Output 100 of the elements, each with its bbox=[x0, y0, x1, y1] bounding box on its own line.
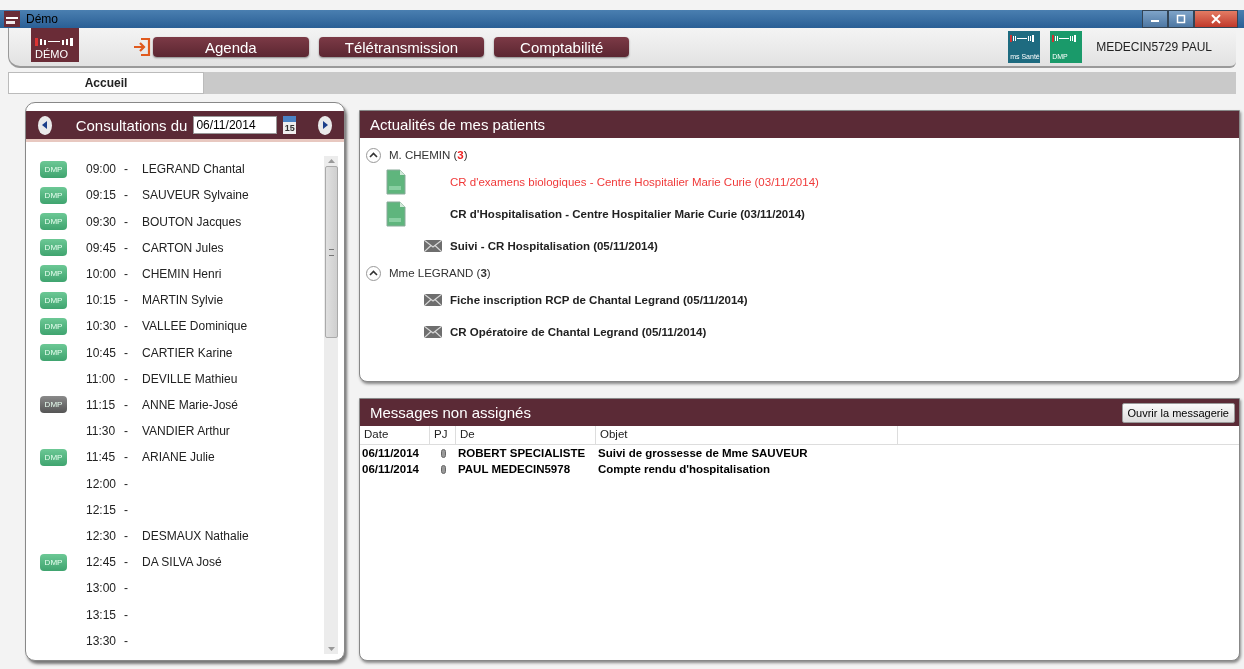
news-item-link[interactable]: Suivi - CR Hospitalisation (05/11/2014) bbox=[450, 240, 658, 252]
patient-name[interactable]: SAUVEUR Sylvaine bbox=[142, 188, 249, 203]
separator-dash: - bbox=[124, 345, 129, 360]
nav-button[interactable]: Télétransmission bbox=[318, 37, 485, 57]
separator-dash: - bbox=[124, 607, 129, 622]
appointment-time: 10:00 bbox=[86, 266, 118, 281]
appointment-time: 13:00 bbox=[86, 581, 118, 596]
patient-name[interactable]: CARTON Jules bbox=[142, 240, 224, 255]
close-button[interactable] bbox=[1194, 10, 1238, 28]
scroll-down-icon bbox=[327, 647, 335, 652]
news-item-link[interactable]: CR d'Hospitalisation - Centre Hospitalier Marie Curie (03/11/2014) bbox=[450, 208, 805, 220]
window-title: Démo bbox=[26, 12, 58, 26]
patient-name[interactable]: CHEMIN Henri bbox=[142, 266, 222, 281]
patient-group-title: Mme LEGRAND (3) bbox=[389, 267, 491, 279]
separator-dash: - bbox=[124, 319, 129, 334]
appointment-time: 09:00 bbox=[86, 162, 118, 177]
appointment-time: 12:00 bbox=[86, 476, 118, 491]
collapse-toggle[interactable] bbox=[366, 147, 381, 163]
table-cell-text: PAUL MEDECIN5978 bbox=[457, 463, 572, 475]
appointment-time: 09:30 bbox=[86, 214, 118, 229]
patient-name[interactable]: DA SILVA José bbox=[142, 555, 222, 570]
dmp-badge[interactable]: DMP bbox=[40, 396, 67, 414]
appointment-time: 11:30 bbox=[86, 424, 117, 439]
appointment-time: 09:15 bbox=[86, 188, 118, 203]
previous-day-button[interactable] bbox=[38, 115, 52, 135]
patient-name[interactable]: VANDIER Arthur bbox=[142, 424, 230, 439]
patient-name[interactable]: MARTIN Sylvie bbox=[142, 293, 224, 308]
separator-dash: - bbox=[124, 266, 129, 281]
separator-dash: - bbox=[124, 424, 129, 439]
separator-dash: - bbox=[124, 476, 129, 491]
chevron-icon bbox=[369, 152, 378, 158]
appointment-time: 11:00 bbox=[86, 371, 117, 386]
calendar-button[interactable]: 15 bbox=[283, 116, 297, 134]
separator-dash: - bbox=[124, 240, 129, 255]
scroll-up-icon bbox=[327, 158, 335, 163]
table-cell-text: 06/11/2014 bbox=[361, 463, 420, 475]
patient-name[interactable]: LEGRAND Chantal bbox=[142, 162, 245, 177]
next-day-button[interactable] bbox=[318, 115, 332, 135]
column-header[interactable]: PJ bbox=[430, 426, 456, 444]
minimize-button[interactable] bbox=[1142, 10, 1168, 28]
appointment-time: 10:45 bbox=[86, 345, 118, 360]
scrollbar[interactable] bbox=[324, 156, 338, 654]
separator-dash: - bbox=[124, 528, 129, 543]
table-cell-text: 06/11/2014 bbox=[361, 447, 420, 459]
separator-dash: - bbox=[124, 581, 129, 596]
separator-dash: - bbox=[124, 371, 129, 386]
separator-dash: - bbox=[124, 555, 129, 570]
separator-dash: - bbox=[124, 162, 129, 177]
document-icon bbox=[386, 169, 406, 195]
column-header[interactable]: Objet bbox=[596, 426, 898, 444]
separator-dash: - bbox=[124, 397, 129, 412]
news-item-link[interactable]: CR Opératoire de Chantal Legrand (05/11/2014) bbox=[450, 326, 707, 338]
consultations-title: Consultations du bbox=[75, 116, 188, 134]
news-item-link[interactable]: CR d'examens biologiques - Centre Hospitalier Marie Curie (03/11/2014) bbox=[450, 176, 819, 188]
separator-dash: - bbox=[124, 293, 129, 308]
patient-name[interactable]: VALLEE Dominique bbox=[142, 319, 248, 334]
patient-group-title: M. CHEMIN (3) bbox=[389, 149, 468, 161]
table-cell-text: Compte rendu d'hospitalisation bbox=[597, 463, 772, 475]
collapse-toggle[interactable] bbox=[366, 265, 381, 281]
appointment-time: 12:15 bbox=[86, 502, 118, 517]
chevron-icon bbox=[369, 270, 378, 276]
separator-dash: - bbox=[124, 450, 129, 465]
tab[interactable]: Accueil bbox=[8, 72, 204, 94]
separator-dash: - bbox=[124, 633, 129, 648]
envelope-icon bbox=[424, 294, 442, 306]
close-icon bbox=[1211, 14, 1221, 24]
patient-name[interactable]: BOUTON Jacques bbox=[142, 214, 242, 229]
left-triangle-icon bbox=[40, 121, 49, 129]
column-header[interactable]: De bbox=[456, 426, 596, 444]
app-logo: DÉMO bbox=[31, 28, 79, 62]
appointment-time: 11:45 bbox=[86, 450, 117, 465]
table-cell-text: ROBERT SPECIALISTE bbox=[457, 447, 587, 459]
open-messaging-button[interactable]: Ouvrir la messagerie bbox=[1121, 402, 1235, 423]
maximize-icon bbox=[1176, 14, 1186, 24]
patient-name[interactable]: ANNE Marie-José bbox=[142, 397, 239, 412]
logout-icon[interactable] bbox=[133, 37, 151, 57]
date-field[interactable]: 06/11/2014 bbox=[193, 116, 278, 134]
appointment-time: 11:15 bbox=[86, 397, 117, 412]
panel-title: Actualités de mes patients bbox=[370, 116, 546, 133]
appointment-time: 13:30 bbox=[86, 633, 118, 648]
envelope-icon bbox=[424, 240, 442, 252]
appointment-time: 13:15 bbox=[86, 607, 118, 622]
column-header[interactable]: Date bbox=[360, 426, 430, 444]
nav-button[interactable]: Comptabilité bbox=[494, 37, 630, 57]
patient-name[interactable]: ARIANE Julie bbox=[142, 450, 215, 465]
patient-name[interactable]: CARTIER Karine bbox=[142, 345, 233, 360]
maximize-button[interactable] bbox=[1168, 10, 1194, 28]
patient-name[interactable]: DESMAUX Nathalie bbox=[142, 528, 249, 543]
panel-title: Messages non assignés bbox=[370, 404, 531, 421]
patient-name[interactable]: DEVILLE Mathieu bbox=[142, 371, 238, 386]
news-item-link[interactable]: Fiche inscription RCP de Chantal Legrand (05/11/2014) bbox=[450, 294, 748, 306]
appointment-time: 12:45 bbox=[86, 555, 118, 570]
separator-dash: - bbox=[124, 214, 129, 229]
right-triangle-icon bbox=[321, 121, 330, 129]
app-logo-icon bbox=[4, 11, 20, 27]
table-cell-text: Suivi de grossesse de Mme SAUVEUR bbox=[597, 447, 809, 459]
appointment-time: 10:30 bbox=[86, 319, 118, 334]
user-name: MEDECIN5729 PAUL bbox=[1096, 40, 1212, 54]
appointment-time: 12:30 bbox=[86, 528, 118, 543]
nav-button[interactable]: Agenda bbox=[153, 37, 309, 57]
